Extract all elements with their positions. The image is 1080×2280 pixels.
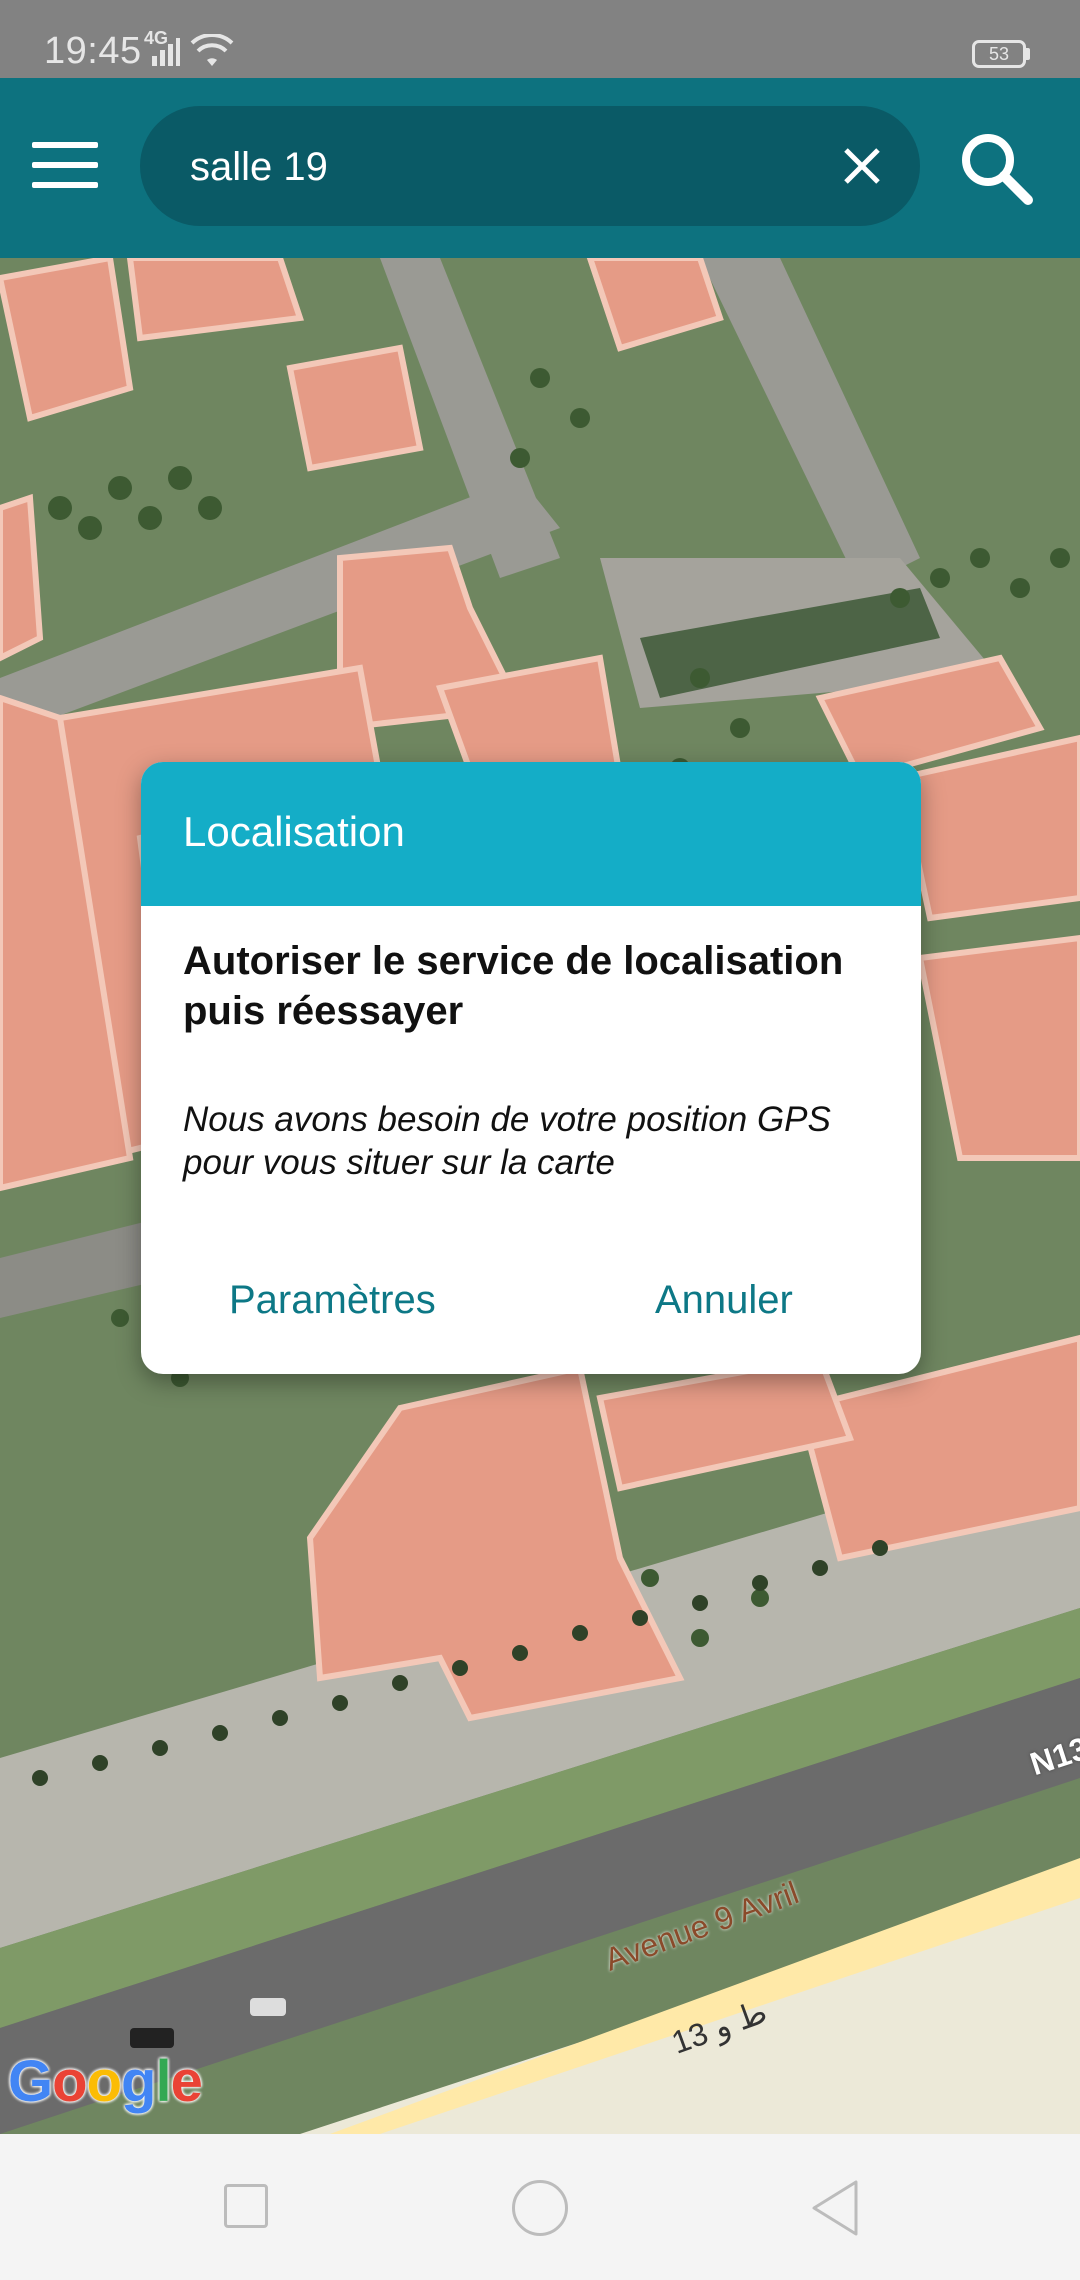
settings-button[interactable]: Paramètres <box>229 1278 436 1323</box>
dialog-heading: Autoriser le service de localisation pui… <box>183 939 844 1033</box>
dialog-message: Nous avons besoin de votre position GPS … <box>183 1100 831 1182</box>
search-icon[interactable] <box>958 130 1034 206</box>
dialog-header: Localisation <box>141 762 921 906</box>
battery-level: 53 <box>988 44 1010 64</box>
google-logo: Google <box>8 2049 203 2114</box>
cancel-button[interactable]: Annuler <box>655 1278 793 1323</box>
search-input[interactable] <box>188 128 812 206</box>
back-icon[interactable] <box>808 2178 864 2238</box>
battery-icon: 53 <box>972 40 1026 68</box>
wifi-icon <box>190 34 234 66</box>
search-box <box>140 106 920 226</box>
status-time: 19:45 <box>44 30 142 72</box>
app-bar <box>0 78 1080 258</box>
home-icon[interactable] <box>512 2180 568 2236</box>
location-dialog: Localisation Autoriser le service de loc… <box>141 762 921 1374</box>
dialog-title: Localisation <box>183 808 405 855</box>
signal-icon <box>152 38 180 66</box>
status-bar: 19:45 4G 53 <box>0 0 1080 78</box>
navigation-bar <box>0 2134 1080 2280</box>
menu-icon[interactable] <box>30 138 102 198</box>
recent-apps-icon[interactable] <box>224 2184 268 2228</box>
close-icon[interactable] <box>830 134 894 198</box>
battery-tip <box>1026 48 1030 60</box>
